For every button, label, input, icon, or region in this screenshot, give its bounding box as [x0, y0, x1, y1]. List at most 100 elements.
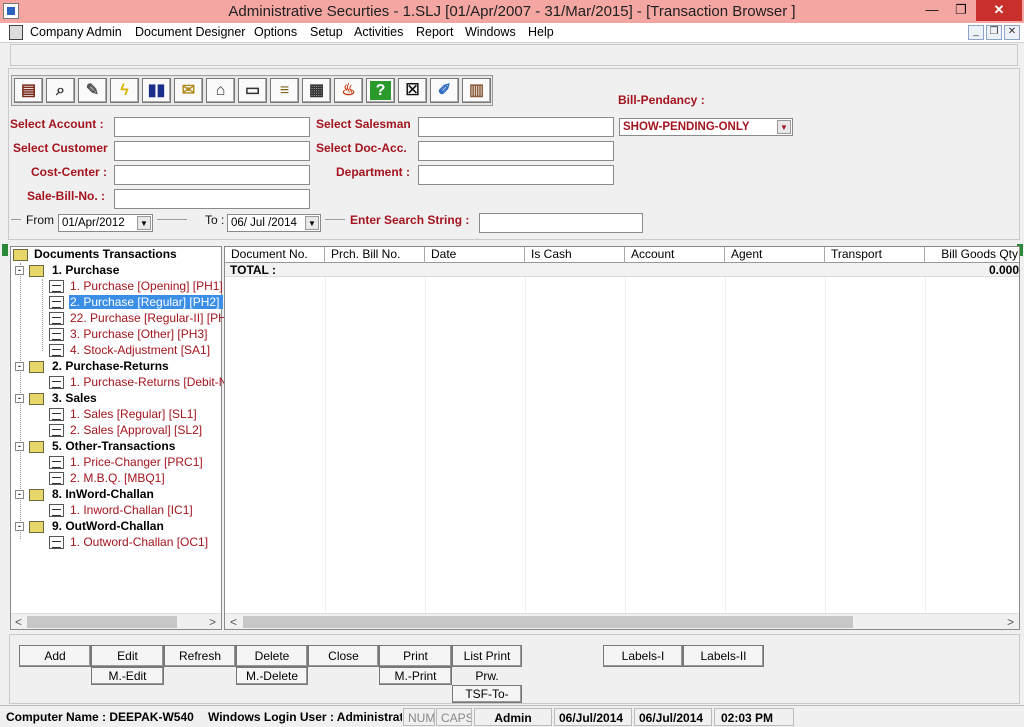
document-tree[interactable]: Documents Transactions - 1. Purchase 1. …	[10, 246, 244, 630]
column-header[interactable]: Agent	[725, 247, 825, 263]
m-edit-button[interactable]: M.-Edit	[91, 667, 164, 685]
grid-horizontal-scrollbar[interactable]: < >	[225, 613, 1019, 629]
tree-horizontal-scrollbar[interactable]: < >	[11, 613, 221, 629]
column-header[interactable]: Is Cash	[525, 247, 625, 263]
collapse-icon[interactable]: -	[15, 394, 24, 403]
restore-button[interactable]: ❐	[946, 0, 976, 21]
document-icon[interactable]	[9, 25, 23, 40]
column-header[interactable]: Document No.	[225, 247, 325, 263]
ledger-book-icon[interactable]: ▤	[14, 78, 43, 103]
notepad-icon[interactable]: ✉	[174, 78, 203, 103]
list-print-preview-button[interactable]: List Print Prw.	[452, 645, 522, 683]
edit-button[interactable]: Edit	[91, 645, 164, 667]
sale-bill-no-label: Sale-Bill-No. :	[27, 189, 106, 203]
scroll-left-icon[interactable]: <	[15, 615, 22, 629]
collapse-icon[interactable]: -	[15, 522, 24, 531]
print-button[interactable]: Print	[379, 645, 452, 667]
from-date-value: 01/Apr/2012	[62, 217, 125, 229]
tsf-to-excel-button[interactable]: TSF-To-Excel	[452, 685, 522, 717]
child-close-button[interactable]: ✕	[1004, 25, 1020, 40]
date-divider	[157, 219, 187, 220]
chevron-down-icon[interactable]: ▼	[777, 120, 791, 134]
close-button[interactable]: ✕	[976, 0, 1022, 21]
bar-chart-icon[interactable]: ▮▮	[142, 78, 171, 103]
tree-item-label: 1. Purchase [Opening] [PH1]	[70, 279, 223, 293]
column-header[interactable]: Transport	[825, 247, 925, 263]
edit-image-icon[interactable]: ✐	[430, 78, 459, 103]
select-customer-input[interactable]	[114, 141, 310, 161]
find-document-icon[interactable]: ⌕	[46, 78, 75, 103]
select-account-input[interactable]	[114, 117, 310, 137]
document-icon	[49, 376, 64, 389]
scroll-right-icon[interactable]: >	[209, 615, 216, 629]
column-header[interactable]: Bill Goods Qty	[925, 247, 1019, 263]
menu-help[interactable]: Help	[528, 25, 554, 39]
close-x-icon[interactable]: ☒	[398, 78, 427, 103]
m-print-button[interactable]: M.-Print	[379, 667, 452, 685]
status-time: 02:03 PM	[714, 708, 794, 726]
tools-icon[interactable]: ✎	[78, 78, 107, 103]
select-salesman-input[interactable]	[418, 117, 614, 137]
column-header[interactable]: Date	[425, 247, 525, 263]
select-doc-acc-input[interactable]	[418, 141, 614, 161]
to-date-picker[interactable]: 06/ Jul /2014 ▼	[227, 214, 321, 232]
close-button[interactable]: Close	[308, 645, 379, 667]
bill-pendancy-select[interactable]: SHOW-PENDING-ONLY ▼	[619, 118, 793, 136]
search-string-input[interactable]	[479, 213, 643, 233]
from-date-picker[interactable]: 01/Apr/2012 ▼	[58, 214, 153, 232]
total-row: TOTAL : 0.000	[225, 263, 1019, 277]
menu-company-admin[interactable]: Company Admin	[30, 25, 122, 39]
department-input[interactable]	[418, 165, 614, 185]
collapse-icon[interactable]: -	[15, 266, 24, 275]
scroll-thumb[interactable]	[27, 616, 177, 628]
tree-group-label: 9. OutWord-Challan	[52, 519, 164, 533]
labels-2-button[interactable]: Labels-II	[683, 645, 764, 667]
grid-column-line	[925, 277, 926, 614]
labels-1-button[interactable]: Labels-I	[603, 645, 683, 667]
help-icon[interactable]: ?	[366, 78, 395, 103]
column-header[interactable]: Prch. Bill No.	[325, 247, 425, 263]
home-user-icon[interactable]: ⌂	[206, 78, 235, 103]
scroll-right-icon[interactable]: >	[1007, 615, 1014, 629]
menu-document-designer[interactable]: Document Designer	[135, 25, 245, 39]
collapse-icon[interactable]: -	[15, 442, 24, 451]
menu-options[interactable]: Options	[254, 25, 297, 39]
current-user: Admin	[474, 708, 552, 726]
chevron-down-icon[interactable]: ▼	[305, 216, 319, 230]
collapse-icon[interactable]: -	[15, 362, 24, 371]
menu-activities[interactable]: Activities	[354, 25, 403, 39]
tree-group-label: 2. Purchase-Returns	[52, 359, 169, 373]
refresh-button[interactable]: Refresh	[164, 645, 236, 667]
grid-column-line	[625, 277, 626, 614]
document-icon	[49, 408, 64, 421]
splitter-left-arrow[interactable]	[2, 244, 8, 256]
tree-root-label: Documents Transactions	[34, 247, 177, 261]
m-delete-button[interactable]: M.-Delete	[236, 667, 308, 685]
menu-report[interactable]: Report	[416, 25, 454, 39]
grid-column-line	[425, 277, 426, 614]
column-header[interactable]: Account	[625, 247, 725, 263]
tree-group-label: 3. Sales	[52, 391, 97, 405]
menu-windows[interactable]: Windows	[465, 25, 516, 39]
scroll-left-icon[interactable]: <	[230, 615, 237, 629]
list-icon[interactable]: ≡	[270, 78, 299, 103]
sale-bill-no-input[interactable]	[114, 189, 310, 209]
calendar-icon[interactable]: ▦	[302, 78, 331, 103]
minimize-button[interactable]: —	[918, 0, 946, 21]
server-icon[interactable]: ▥	[462, 78, 491, 103]
add-button[interactable]: Add	[19, 645, 91, 667]
child-restore-button[interactable]: ❐	[986, 25, 1002, 40]
fire-building-icon[interactable]: ♨	[334, 78, 363, 103]
scroll-thumb[interactable]	[243, 616, 853, 628]
transactions-grid[interactable]: Document No. Prch. Bill No. Date Is Cash…	[224, 246, 1020, 630]
menu-setup[interactable]: Setup	[310, 25, 343, 39]
cost-center-input[interactable]	[114, 165, 310, 185]
chevron-down-icon[interactable]: ▼	[137, 216, 151, 230]
collapse-icon[interactable]: -	[15, 490, 24, 499]
total-value: 0.000	[988, 263, 1019, 277]
tree-item-label: 1. Purchase-Returns [Debit-Note	[70, 375, 245, 389]
window-icon[interactable]: ▭	[238, 78, 267, 103]
child-minimize-button[interactable]: _	[968, 25, 984, 40]
delete-button[interactable]: Delete	[236, 645, 308, 667]
lightning-icon[interactable]: ϟ	[110, 78, 139, 103]
